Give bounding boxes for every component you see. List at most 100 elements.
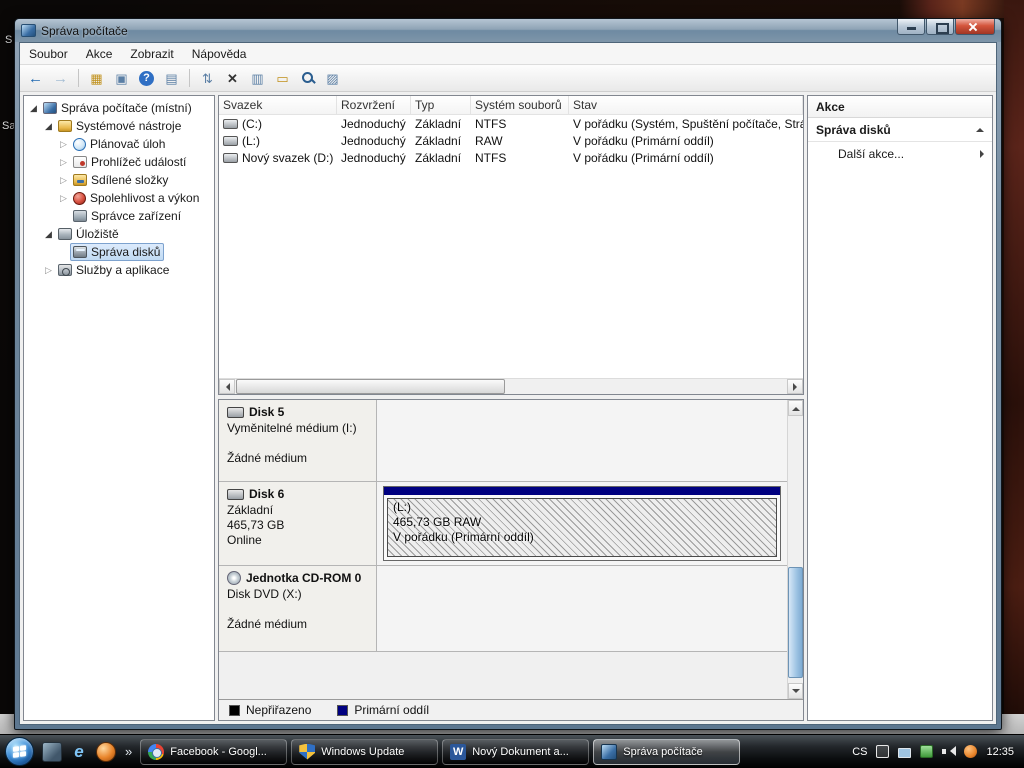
open-button[interactable]: ▭ — [271, 68, 294, 89]
legend: Nepřiřazeno Primární oddíl — [219, 699, 803, 720]
settings-button[interactable]: ▨ — [321, 68, 344, 89]
quicklaunch-overflow-chevron[interactable]: » — [123, 744, 134, 759]
close-button[interactable] — [955, 19, 995, 35]
tree-item-spolehlivost-a-vykon[interactable]: ▷Spolehlivost a výkon — [24, 189, 214, 207]
tree-item-body[interactable]: Správce zařízení — [70, 207, 185, 225]
horizontal-scrollbar-thumb[interactable] — [236, 379, 505, 394]
forward-icon: → — [53, 71, 68, 86]
column-header-svazek[interactable]: Svazek — [219, 96, 337, 114]
tree-item-spravce-zarizeni[interactable]: Správce zařízení — [24, 207, 214, 225]
expand-triangle-icon[interactable]: ▷ — [57, 175, 70, 186]
expand-triangle-icon[interactable]: ▷ — [57, 139, 70, 150]
scroll-up-button[interactable] — [788, 400, 803, 416]
more-actions-item[interactable]: Další akce... — [808, 142, 992, 166]
tree-item-body[interactable]: Služby a aplikace — [55, 261, 173, 279]
disk-label-disk-6[interactable]: Disk 6Základní465,73 GBOnline — [219, 482, 377, 565]
tree-item-planovac-uloh[interactable]: ▷Plánovač úloh — [24, 135, 214, 153]
power-tray-icon[interactable] — [920, 745, 933, 758]
scroll-down-button[interactable] — [788, 683, 803, 699]
window-button[interactable]: ▣ — [110, 68, 133, 89]
tree-item-body[interactable]: Správa disků — [70, 243, 164, 261]
minimize-button[interactable] — [897, 19, 925, 35]
pen-tray-icon[interactable] — [876, 745, 889, 758]
tree-item-body[interactable]: Systémové nástroje — [55, 117, 185, 135]
expand-triangle-icon[interactable]: ▷ — [57, 157, 70, 168]
vertical-scrollbar[interactable] — [787, 400, 803, 699]
back-button[interactable]: ← — [24, 68, 47, 89]
taskbar-button-windows-update[interactable]: Windows Update — [291, 739, 438, 765]
expand-triangle-icon[interactable]: ▷ — [42, 265, 55, 276]
tree-item-sprava-disku[interactable]: Správa disků — [24, 243, 214, 261]
scroll-left-button[interactable] — [219, 379, 235, 394]
legend-item-neprirazeno: Nepřiřazeno — [229, 703, 311, 717]
collapse-icon[interactable] — [976, 124, 984, 132]
scroll-right-button[interactable] — [787, 379, 803, 394]
taskbar-clock[interactable]: 12:35 — [986, 746, 1014, 758]
messenger-tray-icon[interactable] — [964, 745, 977, 758]
disk-label-disk-5[interactable]: Disk 5Vyměnitelné médium (I:) Žádné médi… — [219, 400, 377, 481]
ie-quicklaunch-icon[interactable]: e — [69, 742, 89, 762]
volume-row-l[interactable]: (L:)JednoduchýZákladníRAWV pořádku (Prim… — [219, 132, 803, 149]
menu-zobrazit[interactable]: Zobrazit — [121, 45, 182, 63]
volume-tray-icon[interactable] — [942, 745, 955, 758]
disk-label-jednotka-cd-rom-0[interactable]: Jednotka CD-ROM 0Disk DVD (X:) Žádné méd… — [219, 566, 377, 651]
partition-body[interactable]: (L:)465,73 GB RAWV pořádku (Primární odd… — [387, 498, 777, 557]
properties-icon: ▤ — [165, 72, 177, 85]
menu-akce[interactable]: Akce — [77, 45, 122, 63]
taskbar-button-novy-dokument-a[interactable]: WNový Dokument a... — [442, 739, 589, 765]
partition-l[interactable]: (L:)465,73 GB RAWV pořádku (Primární odd… — [383, 486, 781, 561]
column-header-rozvrzeni[interactable]: Rozvržení — [337, 96, 411, 114]
titlebar[interactable]: Správa počítače — [15, 19, 1001, 42]
collapse-triangle-icon[interactable]: ◢ — [42, 121, 55, 132]
tree-item-body[interactable]: Prohlížeč událostí — [70, 153, 190, 171]
column-header-system-souboru[interactable]: Systém souborů — [471, 96, 569, 114]
help-button[interactable]: ? — [135, 68, 158, 89]
volume-cell-text: Jednoduchý — [341, 151, 406, 165]
column-header-typ[interactable]: Typ — [411, 96, 471, 114]
tree-item-prohlizec-udalosti[interactable]: ▷Prohlížeč událostí — [24, 153, 214, 171]
menu-napoveda[interactable]: Nápověda — [183, 45, 256, 63]
expand-triangle-icon[interactable]: ▷ — [57, 193, 70, 204]
collapse-triangle-icon[interactable]: ◢ — [27, 103, 40, 114]
taskbar-button-sprava-pocitace[interactable]: Správa počítače — [593, 739, 740, 765]
legend-label: Primární oddíl — [354, 703, 429, 717]
zoom-button[interactable] — [296, 68, 319, 89]
tree-item-body[interactable]: Správa počítače (místní) — [40, 99, 196, 117]
disk-row-jednotka-cd-rom-0: Jednotka CD-ROM 0Disk DVD (X:) Žádné méd… — [219, 566, 787, 652]
forward-button[interactable]: → — [49, 68, 72, 89]
menu-soubor[interactable]: Soubor — [20, 45, 77, 63]
refresh-button[interactable]: ⇅ — [196, 68, 219, 89]
actions-group-disk-management[interactable]: Správa disků — [808, 118, 992, 142]
horizontal-scrollbar[interactable] — [219, 378, 803, 394]
list-button[interactable]: ▥ — [246, 68, 269, 89]
taskbar-button-facebook-googl[interactable]: Facebook - Googl... — [140, 739, 287, 765]
volume-row-c[interactable]: (C:)JednoduchýZákladníNTFSV pořádku (Sys… — [219, 115, 803, 132]
tree-item-sdilene-slozky[interactable]: ▷Sdílené složky — [24, 171, 214, 189]
tree-item-sluzby-a-aplikace[interactable]: ▷Služby a aplikace — [24, 261, 214, 279]
media-quicklaunch-icon[interactable] — [96, 742, 116, 762]
tree-item-body[interactable]: Spolehlivost a výkon — [70, 189, 203, 207]
tree-item-sprava-pocitace-mistni[interactable]: ◢Správa počítače (místní) — [24, 99, 214, 117]
column-header-stav[interactable]: Stav — [569, 96, 803, 114]
collapse-triangle-icon[interactable]: ◢ — [42, 229, 55, 240]
wallpaper-patch — [900, 0, 1004, 18]
tree-item-systemove-nastroje[interactable]: ◢Systémové nástroje — [24, 117, 214, 135]
display-tray-icon[interactable] — [898, 748, 911, 758]
update-icon — [299, 744, 315, 760]
volume-row-novy-svazek-d[interactable]: Nový svazek (D:)JednoduchýZákladníNTFSV … — [219, 149, 803, 166]
language-indicator[interactable]: CS — [852, 746, 867, 758]
tree-item-body[interactable]: Úložiště — [55, 225, 123, 243]
tree-item-uloziste[interactable]: ◢Úložiště — [24, 225, 214, 243]
tree-item-body[interactable]: Sdílené složky — [70, 171, 172, 189]
maximize-button[interactable] — [926, 19, 954, 35]
expand-right-icon[interactable] — [980, 150, 988, 158]
disk-name: Disk 5 — [249, 405, 284, 419]
delete-button[interactable]: ✕ — [221, 68, 244, 89]
volume-cell: Základní — [411, 151, 471, 165]
properties-button[interactable]: ▤ — [160, 68, 183, 89]
tree-item-body[interactable]: Plánovač úloh — [70, 135, 169, 153]
vertical-scrollbar-thumb[interactable] — [788, 567, 803, 678]
console-tree-button[interactable]: ▦ — [85, 68, 108, 89]
start-button[interactable] — [5, 737, 34, 766]
desktop-quicklaunch-icon[interactable] — [42, 742, 62, 762]
